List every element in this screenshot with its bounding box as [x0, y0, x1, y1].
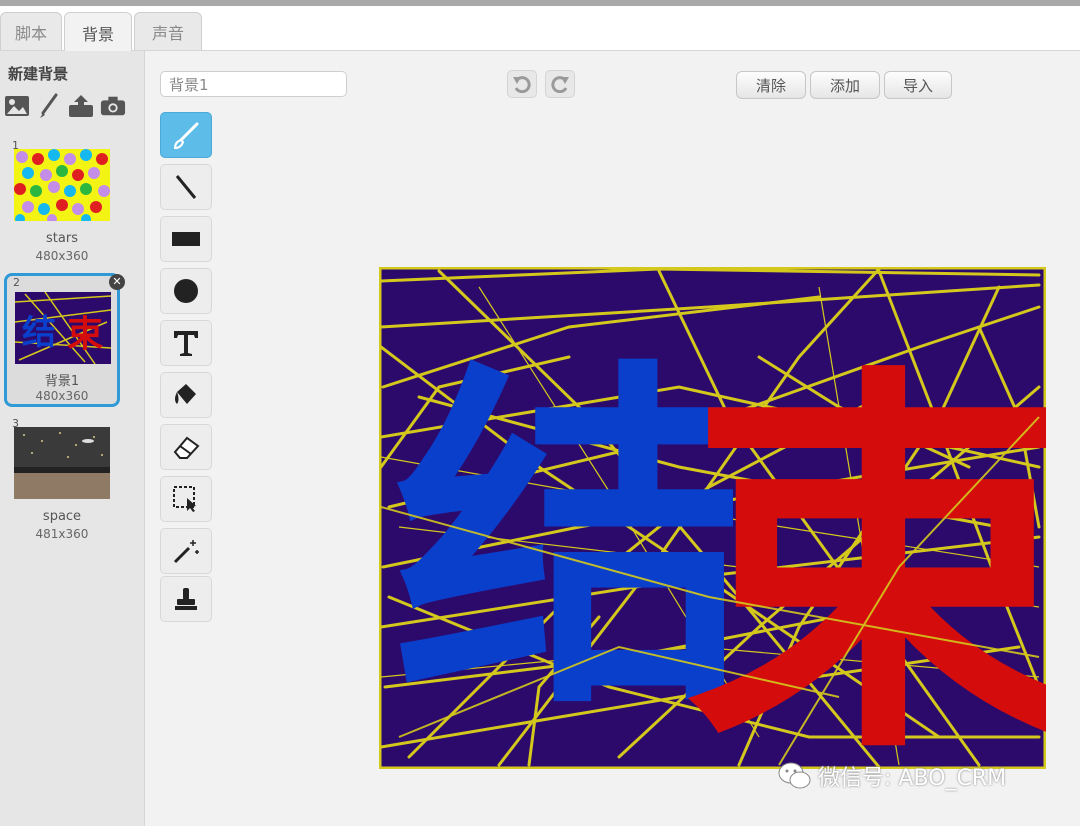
tool-stamp[interactable] [160, 576, 212, 622]
stamp-icon [175, 588, 197, 610]
ellipse-icon [174, 279, 198, 303]
image-icon[interactable] [4, 93, 30, 119]
tool-magic-select[interactable] [160, 528, 212, 574]
backdrop-name-input[interactable] [160, 71, 347, 97]
delete-icon[interactable]: ✕ [109, 274, 125, 290]
backdrop-item-space[interactable]: 3 space 481x360 [6, 417, 118, 547]
backdrop-name: 背景1 [44, 374, 80, 389]
backdrop-name: stars [46, 231, 78, 246]
tool-select[interactable] [160, 476, 212, 522]
bg1-thumbnail: 结 束 [15, 292, 111, 364]
backdrop-size: 480x360 [35, 389, 89, 403]
fill-icon [175, 384, 196, 404]
watermark: 微信号: ABO_CRM [778, 760, 1006, 792]
tab-sounds[interactable]: 声音 [134, 12, 202, 50]
upload-icon[interactable] [68, 93, 94, 119]
backdrop-item-bg1[interactable]: ✕ 2 结 束 背景1 480x360 [4, 273, 125, 407]
wechat-icon [778, 762, 811, 789]
paintbrush-icon[interactable] [36, 93, 62, 119]
tab-scripts[interactable]: 脚本 [0, 12, 62, 50]
tool-paintbrush[interactable] [160, 112, 212, 158]
tool-line[interactable] [160, 164, 212, 210]
add-button[interactable]: 添加 [810, 71, 880, 99]
drawing-canvas[interactable]: 结 束 [378, 266, 1080, 802]
thumb-char-right: 束 [67, 314, 103, 355]
select-icon [173, 486, 196, 512]
canvas-char-right: 束 [684, 337, 1046, 769]
line-icon [175, 175, 197, 199]
tool-rectangle[interactable] [160, 216, 212, 262]
new-backdrop-icons [4, 93, 126, 119]
backdrop-item-stars[interactable]: 1 stars 480x360 [6, 139, 118, 269]
tab-bar: 脚本 背景 声音 [0, 6, 1080, 52]
camera-icon[interactable] [100, 93, 126, 119]
tool-ellipse[interactable] [160, 268, 212, 314]
backdrop-size: 481x360 [35, 527, 89, 541]
eraser-icon [173, 436, 200, 459]
watermark-text: 微信号: ABO_CRM [818, 766, 1007, 791]
rectangle-icon [172, 232, 200, 246]
tool-text[interactable] [160, 320, 212, 366]
tab-backdrops[interactable]: 背景 [64, 12, 132, 52]
new-backdrop-title: 新建背景 [8, 65, 69, 83]
text-icon [174, 331, 198, 356]
backdrop-list-panel: 新建背景 1 stars 480x360 ✕ 2 结 束 背景1 480x360… [0, 51, 145, 826]
undo-button[interactable] [507, 70, 537, 98]
clear-button[interactable]: 清除 [736, 71, 806, 99]
undo-icon [513, 76, 531, 93]
space-thumbnail [14, 427, 110, 499]
paintbrush-icon [173, 122, 199, 150]
import-button[interactable]: 导入 [884, 71, 952, 99]
tool-eraser[interactable] [160, 424, 212, 470]
thumb-char-left: 结 [22, 313, 56, 353]
magic-select-icon [173, 540, 199, 564]
tool-fill[interactable] [160, 372, 212, 418]
backdrop-number: 2 [13, 276, 20, 289]
redo-button[interactable] [545, 70, 575, 98]
backdrop-name: space [42, 509, 82, 524]
stars-thumbnail [14, 149, 110, 221]
backdrop-size: 480x360 [35, 249, 89, 263]
redo-icon [551, 76, 569, 93]
